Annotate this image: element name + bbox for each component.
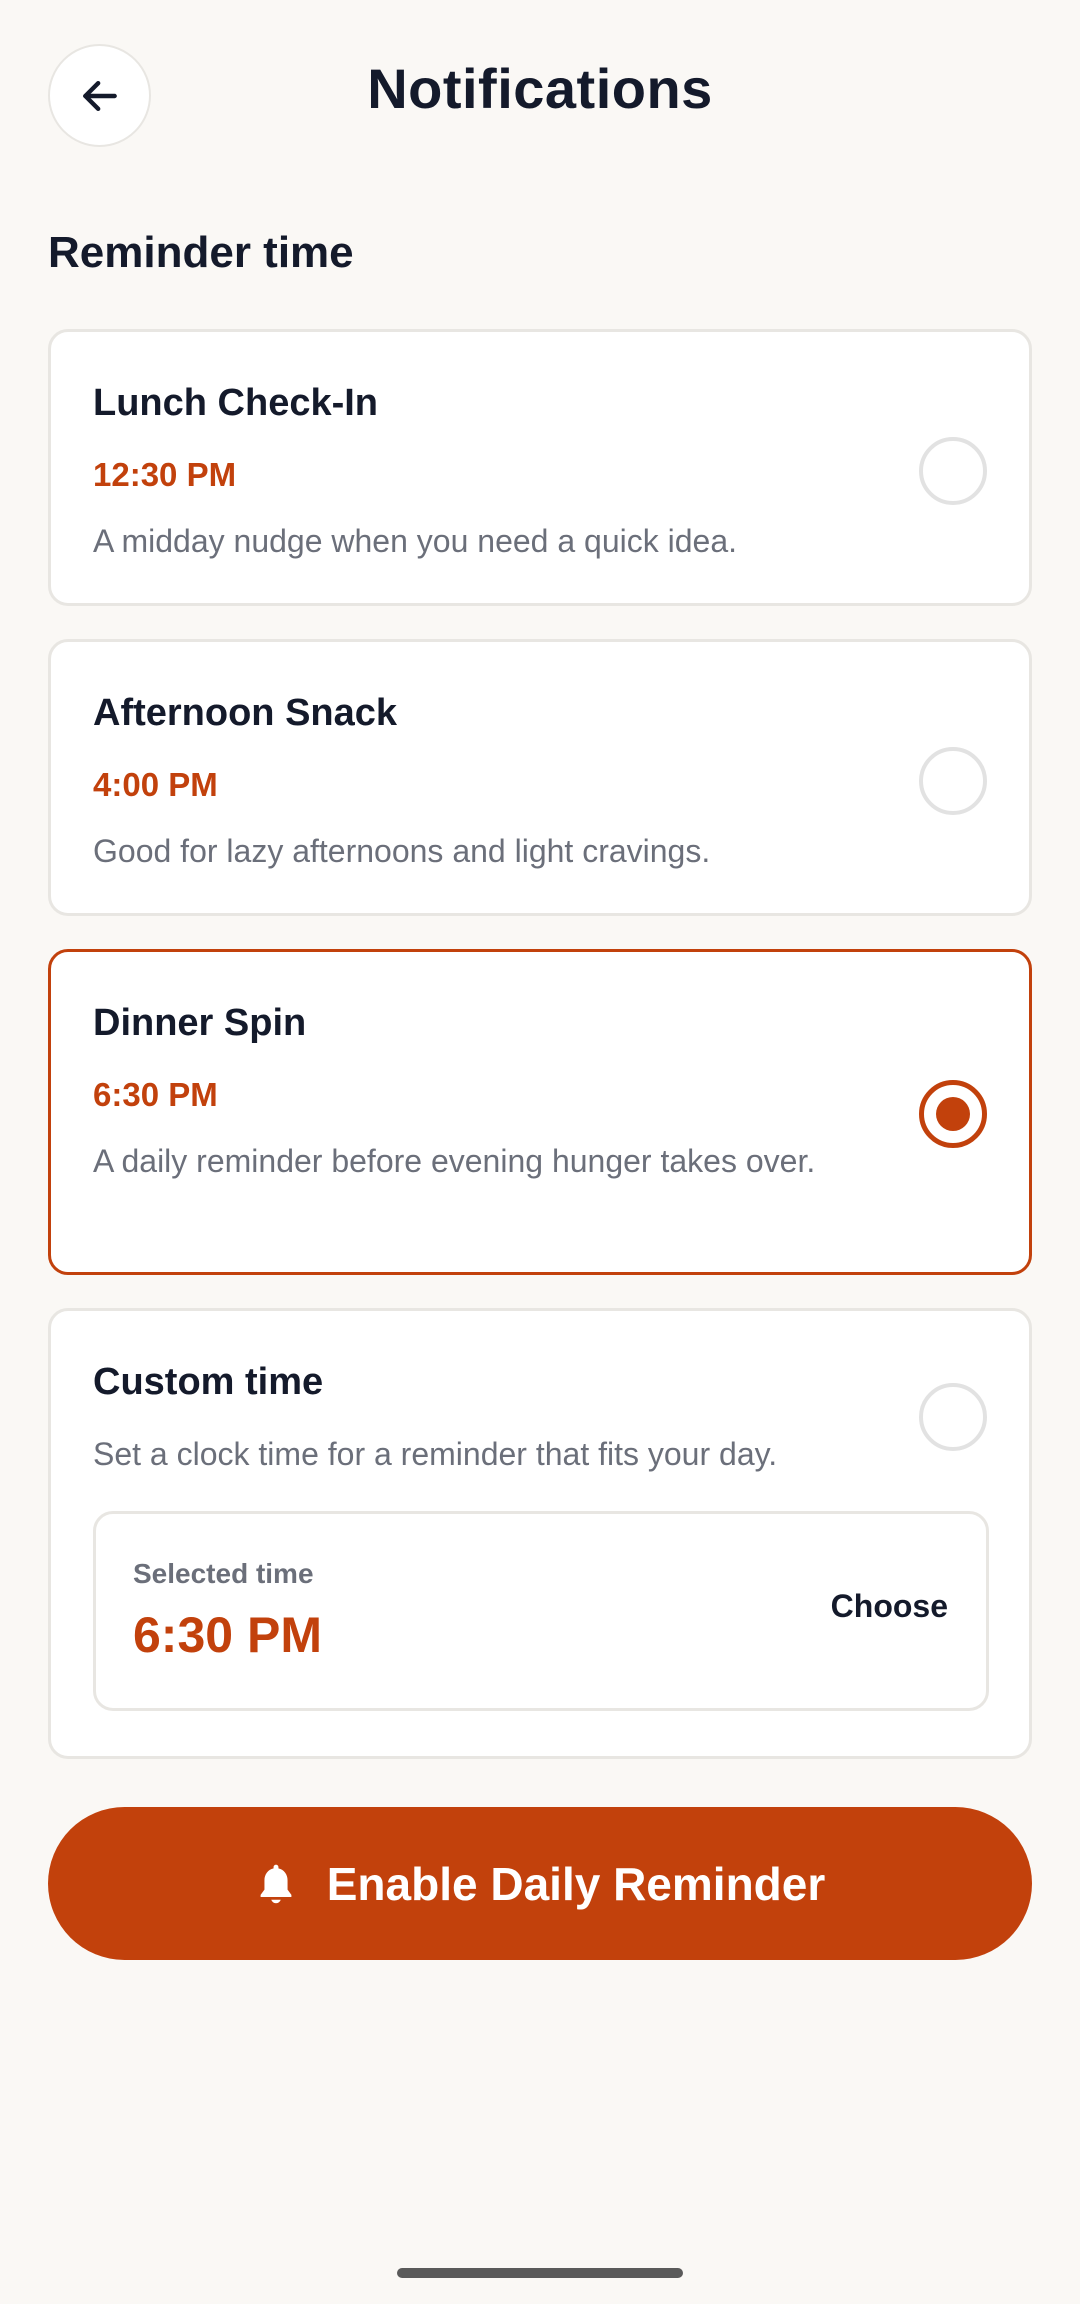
option-card-custom[interactable]: Custom time Set a clock time for a remin… bbox=[48, 1308, 1032, 1759]
page-title: Notifications bbox=[367, 57, 713, 120]
selected-time-box: Selected time 6:30 PM Choose bbox=[93, 1511, 989, 1711]
enable-reminder-button[interactable]: Enable Daily Reminder bbox=[48, 1807, 1032, 1960]
option-description: Set a clock time for a reminder that fit… bbox=[93, 1436, 778, 1472]
option-description: Good for lazy afternoons and light cravi… bbox=[93, 833, 711, 869]
radio-afternoon[interactable] bbox=[919, 747, 987, 815]
option-time: 12:30 PM bbox=[93, 456, 237, 493]
header: Notifications bbox=[0, 0, 1080, 190]
option-title: Dinner Spin bbox=[93, 1002, 307, 1044]
section-title: Reminder time bbox=[48, 228, 354, 277]
option-description: A midday nudge when you need a quick ide… bbox=[93, 523, 738, 559]
option-card-lunch[interactable]: Lunch Check-In 12:30 PM A midday nudge w… bbox=[48, 329, 1032, 606]
choose-time-button[interactable]: Choose bbox=[831, 1588, 948, 1625]
option-title: Afternoon Snack bbox=[93, 692, 398, 734]
selected-time-label: Selected time bbox=[133, 1558, 314, 1589]
enable-reminder-label: Enable Daily Reminder bbox=[326, 1857, 826, 1910]
home-indicator[interactable] bbox=[397, 2268, 683, 2278]
option-description: A daily reminder before evening hunger t… bbox=[93, 1143, 816, 1179]
radio-selected-dot bbox=[936, 1097, 970, 1131]
radio-custom[interactable] bbox=[919, 1383, 987, 1451]
selected-time-value: 6:30 PM bbox=[133, 1607, 322, 1663]
radio-dinner[interactable] bbox=[919, 1080, 987, 1148]
option-title: Lunch Check-In bbox=[93, 382, 379, 424]
option-time: 6:30 PM bbox=[93, 1076, 218, 1113]
option-title: Custom time bbox=[93, 1361, 324, 1403]
bell-icon bbox=[255, 1861, 297, 1907]
option-card-afternoon[interactable]: Afternoon Snack 4:00 PM Good for lazy af… bbox=[48, 639, 1032, 916]
option-card-dinner[interactable]: Dinner Spin 6:30 PM A daily reminder bef… bbox=[48, 949, 1032, 1275]
option-time: 4:00 PM bbox=[93, 766, 218, 803]
radio-lunch[interactable] bbox=[919, 437, 987, 505]
